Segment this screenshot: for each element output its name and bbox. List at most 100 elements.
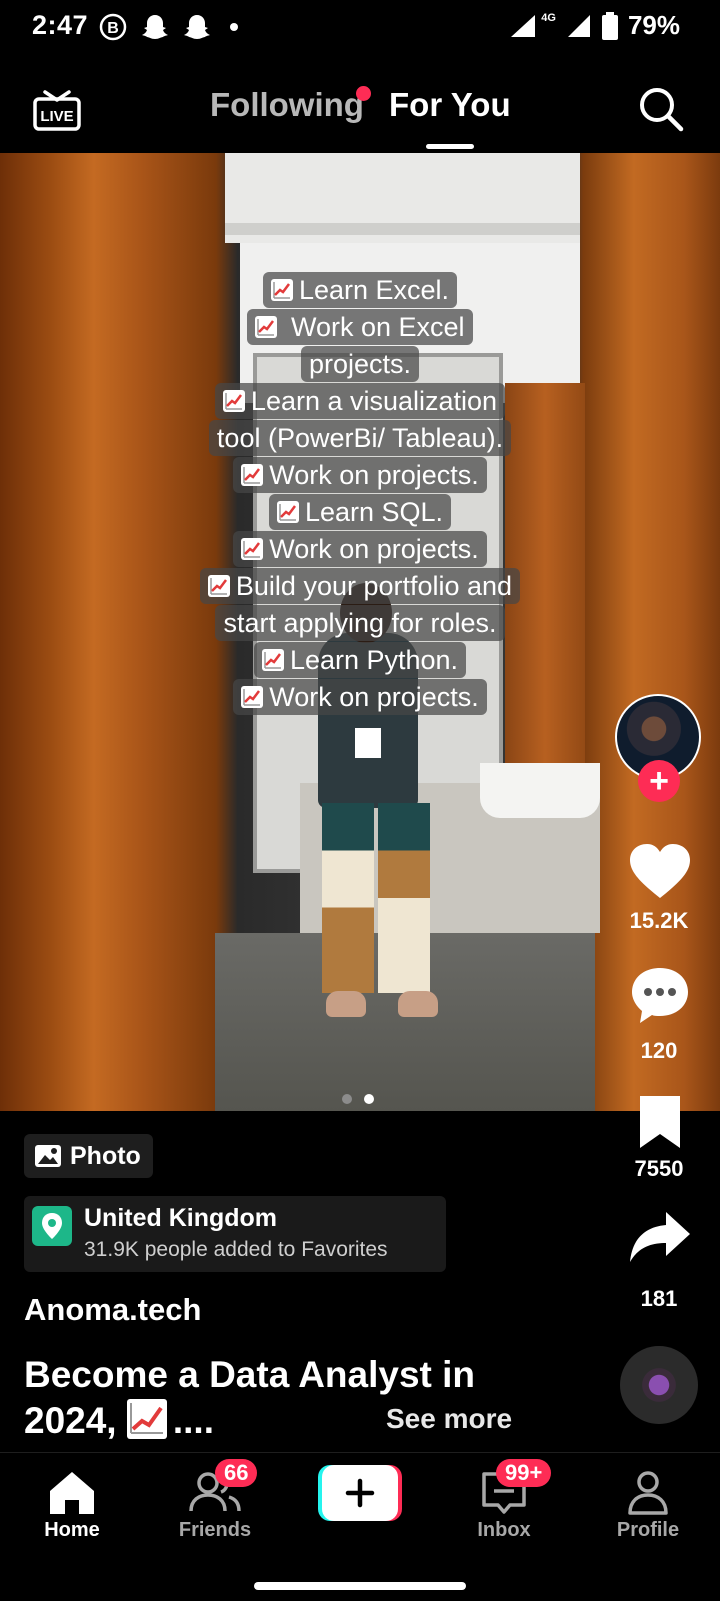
svg-text:B: B — [107, 20, 119, 37]
share-icon[interactable] — [626, 1208, 694, 1268]
caption-overlay: Learn Excel. Work on Excel projects. Learn… — [160, 272, 560, 716]
nav-home-label: Home — [44, 1519, 100, 1541]
caption-line-text: start applying for roles. — [215, 605, 505, 641]
location-title: United Kingdom — [84, 1204, 278, 1232]
status-notification-icons: B — [98, 12, 244, 42]
follow-button[interactable]: + — [638, 760, 680, 802]
caption-line-text: projects. — [300, 346, 420, 382]
caption-line-label: Learn Excel. — [298, 275, 450, 305]
chart-increasing-icon — [241, 538, 264, 560]
bookmark-icon[interactable] — [626, 1092, 694, 1152]
caption-line: Learn Python. — [160, 642, 560, 679]
b-icon: B — [99, 13, 127, 41]
battery-percent: 79% — [627, 10, 680, 40]
signal-icon — [567, 14, 590, 37]
dot-icon — [230, 23, 238, 31]
bottom-navigation: Home Friends 66 Inbox 99+ Profile — [0, 1452, 720, 1601]
share-count: 181 — [640, 1286, 678, 1311]
photo-ceiling-beam — [225, 223, 580, 235]
photo-tag[interactable]: Photo — [24, 1134, 153, 1178]
photo-shoe-right — [398, 991, 438, 1017]
caption-line-text: tool (PowerBi/ Tableau). — [208, 420, 512, 456]
location-card[interactable]: United Kingdom 31.9K people added to Fav… — [24, 1196, 446, 1272]
caption-line-label: Learn Python. — [289, 645, 459, 675]
nav-inbox-label: Inbox — [477, 1519, 531, 1541]
save-count: 7550 — [634, 1156, 684, 1181]
caption-line-text: Learn a visualization — [214, 383, 506, 419]
location-subtitle: 31.9K people added to Favorites — [84, 1238, 388, 1261]
caption-line-label: projects. — [308, 349, 412, 379]
chart-increasing-icon — [255, 316, 278, 338]
like-count: 15.2K — [629, 908, 689, 933]
friends-badge: 66 — [215, 1459, 258, 1487]
snapchat-icon — [142, 15, 168, 39]
comment-icon[interactable] — [626, 965, 694, 1025]
caption-line-label: tool (PowerBi/ Tableau). — [216, 423, 504, 453]
carousel-dot — [342, 1094, 352, 1104]
chart-increasing-icon — [270, 279, 293, 301]
caption-line-label: Work on projects. — [269, 534, 479, 564]
wifi-icon — [511, 14, 536, 37]
caption-line-label: start applying for roles. — [223, 608, 497, 638]
see-more-link[interactable]: See more — [386, 1403, 512, 1435]
post-title-ellipsis: .... — [172, 1400, 214, 1441]
caption-line: Build your portfolio and — [160, 568, 560, 605]
caption-line: tool (PowerBi/ Tableau). — [160, 420, 560, 457]
caption-line: start applying for roles. — [160, 605, 560, 642]
chart-increasing-icon — [241, 686, 264, 708]
nav-friends-label: Friends — [178, 1519, 252, 1541]
chart-increasing-icon — [261, 649, 284, 671]
music-disc-icon[interactable] — [620, 1346, 698, 1424]
like-icon[interactable] — [626, 842, 694, 902]
post-title-line-2-text: 2024, — [24, 1400, 127, 1441]
nav-profile-label: Profile — [616, 1519, 680, 1541]
location-pin-icon — [32, 1206, 72, 1246]
photo-sink — [480, 763, 600, 818]
photo-pants-right — [378, 803, 430, 993]
following-notification-dot — [356, 86, 371, 101]
caption-line-text: Work on projects. — [233, 457, 487, 493]
status-time: 2:47 — [32, 10, 89, 40]
inbox-badge: 99+ — [496, 1459, 552, 1487]
caption-line-text: Learn Python. — [253, 642, 467, 678]
create-button[interactable] — [318, 1465, 402, 1521]
network-label: 4G — [541, 11, 556, 24]
comment-count: 120 — [640, 1038, 678, 1063]
caption-line-label: Build your portfolio and — [235, 571, 513, 601]
chart-increasing-icon — [126, 1399, 167, 1439]
caption-line-text: Build your portfolio and — [199, 568, 521, 604]
creator-username[interactable]: Anoma.tech — [24, 1292, 201, 1328]
photo-tag-label: Photo — [70, 1141, 141, 1170]
home-icon — [50, 1472, 94, 1514]
tab-following[interactable]: Following — [210, 86, 364, 124]
caption-line: Work on projects. — [160, 679, 560, 716]
caption-line: Work on projects. — [160, 457, 560, 494]
caption-line-label: Work on Excel — [283, 312, 465, 342]
live-icon[interactable]: LIVE — [32, 84, 82, 134]
nav-home[interactable]: Home — [17, 1469, 127, 1542]
caption-line-label: Learn SQL. — [304, 497, 444, 527]
search-icon[interactable] — [636, 84, 686, 134]
caption-line-label: Learn a visualization — [250, 386, 498, 416]
caption-line: Work on projects. — [160, 531, 560, 568]
home-indicator[interactable] — [254, 1582, 466, 1590]
caption-line: Learn a visualization — [160, 383, 560, 420]
caption-line: projects. — [160, 346, 560, 383]
caption-line: Work on Excel — [160, 309, 560, 346]
caption-line-text: Work on projects. — [233, 531, 487, 567]
carousel-indicator — [342, 1094, 374, 1104]
tab-for-you[interactable]: For You — [389, 86, 511, 124]
carousel-dot — [364, 1094, 374, 1104]
post-title-line-1: Become a Data Analyst in — [24, 1354, 476, 1395]
snapchat-icon — [184, 15, 210, 39]
chart-increasing-icon — [276, 501, 299, 523]
chart-increasing-icon — [241, 464, 264, 486]
photo-id-badge — [355, 728, 381, 758]
status-right: 4G 79% — [509, 10, 680, 41]
caption-line-text: Work on projects. — [233, 679, 487, 715]
photo-shoe-left — [326, 991, 366, 1017]
active-tab-indicator — [426, 144, 474, 149]
svg-text:LIVE: LIVE — [40, 108, 73, 125]
nav-profile[interactable]: Profile — [593, 1469, 703, 1542]
caption-line-text: Learn SQL. — [268, 494, 452, 530]
